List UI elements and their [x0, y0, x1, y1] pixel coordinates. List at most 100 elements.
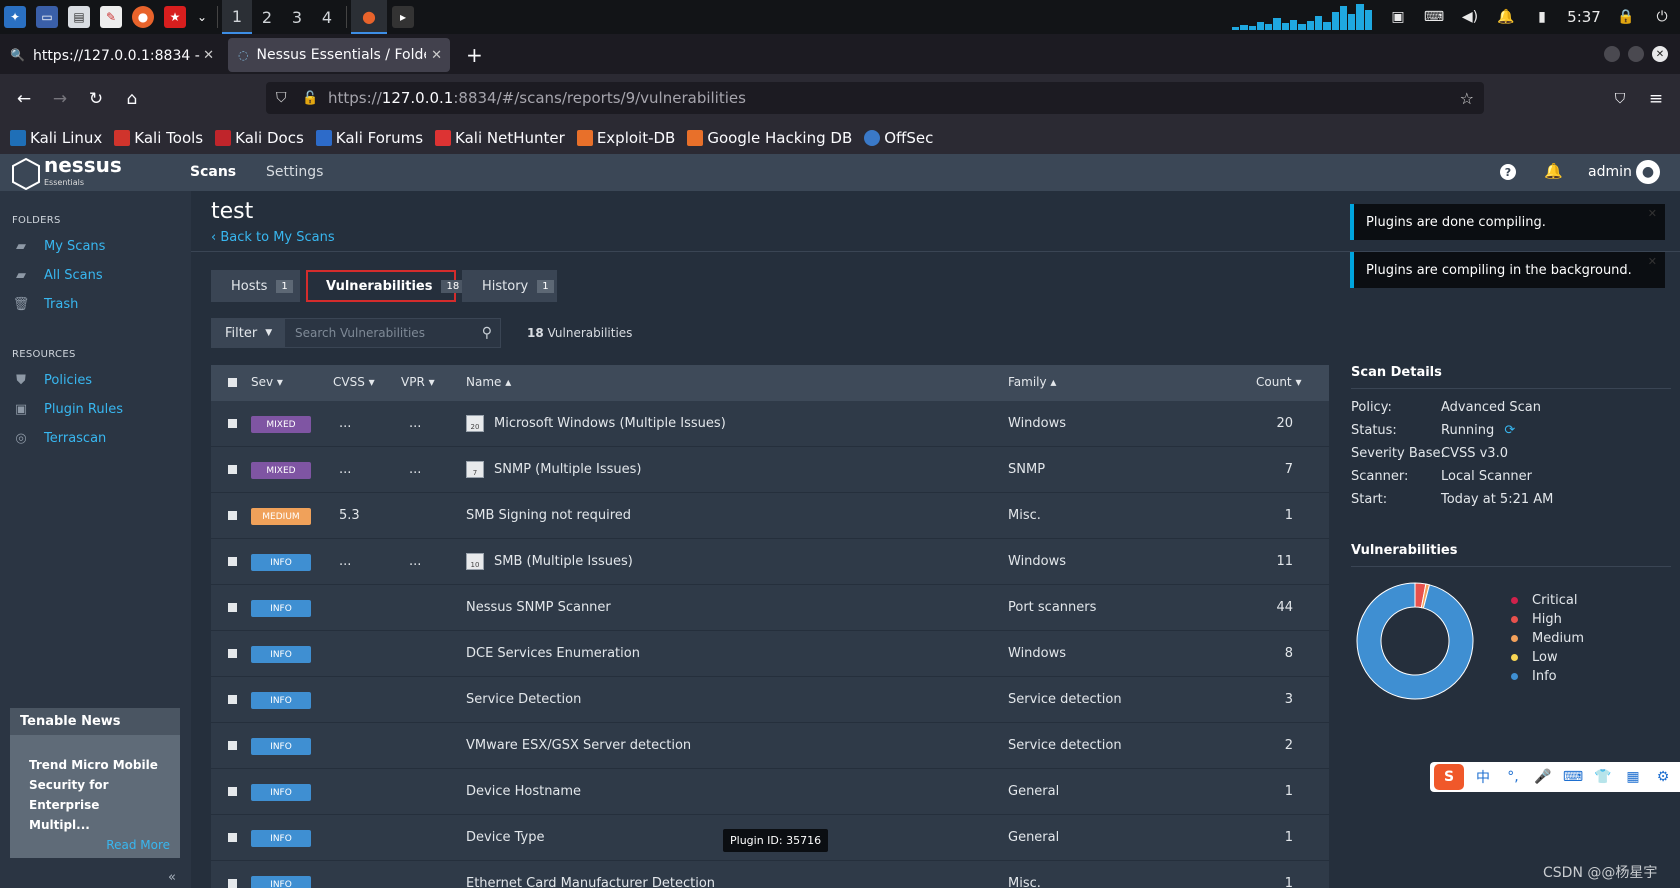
nessus-logo[interactable]: nessus Essentials: [12, 155, 122, 192]
vulnerability-name[interactable]: SNMP (Multiple Issues): [494, 462, 641, 477]
bookmark-google-hacking-db[interactable]: Google Hacking DB: [687, 129, 852, 147]
workspace-4[interactable]: 4: [312, 0, 342, 34]
display-icon[interactable]: ▣: [1387, 8, 1409, 26]
taskbar-firefox-window[interactable]: ●: [351, 0, 387, 34]
workspace-3[interactable]: 3: [282, 0, 312, 34]
row-checkbox[interactable]: [228, 557, 237, 566]
table-row[interactable]: MIXED...... 7 SNMP (Multiple Issues) SNMP 7: [211, 447, 1329, 493]
sidebar-item-trash[interactable]: 🗑 Trash: [13, 297, 79, 312]
flag-icon[interactable]: ★: [164, 6, 186, 28]
skin-icon[interactable]: 👕: [1592, 766, 1614, 788]
row-checkbox[interactable]: [228, 511, 237, 520]
url-text[interactable]: https://127.0.0.1:8834/#/scans/reports/9…: [328, 89, 746, 107]
select-all-checkbox[interactable]: [228, 378, 237, 387]
new-tab-button[interactable]: +: [456, 38, 493, 72]
row-checkbox[interactable]: [228, 695, 237, 704]
firefox-icon[interactable]: ●: [132, 6, 154, 28]
chinese-mode-icon[interactable]: 中: [1472, 766, 1494, 788]
vulnerability-name[interactable]: Nessus SNMP Scanner: [466, 600, 611, 615]
punctuation-icon[interactable]: °,: [1502, 766, 1524, 788]
donut-slice-info[interactable]: [1356, 582, 1474, 700]
table-row[interactable]: MIXED...... 20 Microsoft Windows (Multiple…: [211, 401, 1329, 447]
sidebar-item-plugin-rules[interactable]: ▣ Plugin Rules: [14, 402, 123, 417]
row-checkbox[interactable]: [228, 465, 237, 474]
desktop-icon[interactable]: ▭: [36, 6, 58, 28]
back-to-scans-link[interactable]: ‹ Back to My Scans: [211, 230, 335, 245]
bookmark-kali-nethunter[interactable]: Kali NetHunter: [435, 129, 565, 147]
table-row[interactable]: INFO...... 10 SMB (Multiple Issues) Windows…: [211, 539, 1329, 585]
text-editor-icon[interactable]: ✎: [100, 6, 122, 28]
window-minimize-button[interactable]: [1604, 46, 1620, 62]
news-headline[interactable]: Trend Micro Mobile Security for Enterpri…: [10, 735, 180, 835]
battery-icon[interactable]: ▮: [1531, 8, 1553, 26]
vulnerability-name[interactable]: SMB (Multiple Issues): [494, 554, 633, 569]
search-icon[interactable]: ⚲: [482, 325, 492, 341]
window-close-button[interactable]: ✕: [1652, 46, 1668, 62]
tab-history[interactable]: History 1: [462, 270, 557, 302]
user-name[interactable]: admin: [1588, 164, 1632, 180]
bookmark-star-icon[interactable]: ☆: [1460, 89, 1474, 108]
vulnerabilities-donut-chart[interactable]: [1351, 577, 1479, 705]
vulnerability-name[interactable]: Ethernet Card Manufacturer Detection: [466, 876, 715, 888]
microphone-icon[interactable]: 🎤: [1532, 766, 1554, 788]
volume-icon[interactable]: ◀): [1459, 8, 1481, 26]
bell-icon[interactable]: 🔔: [1544, 162, 1563, 180]
header-count[interactable]: Count ▾: [1256, 375, 1301, 389]
lock-icon[interactable]: 🔒: [1615, 8, 1637, 26]
settings-icon[interactable]: ⚙: [1652, 766, 1674, 788]
close-icon[interactable]: ✕: [1648, 207, 1657, 220]
shield-icon[interactable]: ⛉: [276, 90, 287, 106]
table-row[interactable]: INFO Ethernet Card Manufacturer Detection…: [211, 861, 1329, 888]
row-checkbox[interactable]: [228, 603, 237, 612]
bookmark-kali-linux[interactable]: Kali Linux: [10, 129, 102, 147]
user-avatar-icon[interactable]: ●: [1636, 160, 1660, 184]
bookmark-exploit-db[interactable]: Exploit-DB: [576, 129, 675, 147]
help-icon[interactable]: ?: [1500, 164, 1516, 180]
terminal-icon[interactable]: ▸: [392, 6, 414, 28]
nav-scans[interactable]: Scans: [190, 164, 236, 180]
sogou-logo-icon[interactable]: S: [1434, 764, 1464, 790]
bookmark-offsec[interactable]: OffSec: [864, 129, 933, 147]
clock-text[interactable]: 5:37: [1567, 8, 1601, 26]
sidebar-item-policies[interactable]: ⛊ Policies: [14, 373, 92, 388]
vulnerability-name[interactable]: DCE Services Enumeration: [466, 646, 640, 661]
back-button[interactable]: ←: [12, 87, 36, 111]
vulnerability-name[interactable]: VMware ESX/GSX Server detection: [466, 738, 691, 753]
forward-button[interactable]: →: [48, 87, 72, 111]
header-cvss[interactable]: CVSS ▾: [333, 375, 375, 389]
vulnerability-name[interactable]: Device Type: [466, 830, 544, 845]
window-maximize-button[interactable]: [1628, 46, 1644, 62]
row-checkbox[interactable]: [228, 419, 237, 428]
collapse-sidebar-icon[interactable]: «: [168, 870, 176, 885]
row-checkbox[interactable]: [228, 649, 237, 658]
tab-vulnerabilities[interactable]: Vulnerabilities 18: [306, 270, 465, 302]
workspace-1[interactable]: 1: [222, 0, 252, 34]
toast-plugins-done[interactable]: Plugins are done compiling. ✕: [1350, 204, 1665, 240]
table-row[interactable]: INFO VMware ESX/GSX Server detection Servi…: [211, 723, 1329, 769]
nav-settings[interactable]: Settings: [266, 164, 323, 180]
table-row[interactable]: INFO Nessus SNMP Scanner Port scanners 44: [211, 585, 1329, 631]
home-button[interactable]: ⌂: [120, 87, 144, 111]
header-sev[interactable]: Sev ▾: [251, 375, 283, 389]
bookmark-kali-docs[interactable]: Kali Docs: [215, 129, 304, 147]
table-row[interactable]: MEDIUM 5.3 SMB Signing not required Misc. 1: [211, 493, 1329, 539]
header-name[interactable]: Name ▴: [466, 375, 511, 389]
notification-bell-icon[interactable]: 🔔: [1495, 8, 1517, 26]
toast-plugins-compiling[interactable]: Plugins are compiling in the background.…: [1350, 252, 1665, 288]
chevron-down-icon[interactable]: ⌄: [196, 6, 208, 28]
url-bar[interactable]: ⛉ 🔓 https://127.0.0.1:8834/#/scans/repor…: [266, 82, 1484, 114]
read-more-link[interactable]: Read More: [106, 838, 170, 852]
table-row[interactable]: INFO DCE Services Enumeration Windows 8: [211, 631, 1329, 677]
sidebar-item-my-scans[interactable]: ▰ My Scans: [14, 239, 105, 254]
header-family[interactable]: Family ▴: [1008, 375, 1056, 389]
pocket-icon[interactable]: ⛉: [1608, 87, 1632, 111]
table-row[interactable]: INFO Service Detection Service detection 3: [211, 677, 1329, 723]
browser-tab-2[interactable]: ◌ Nessus Essentials / Folders ✕: [228, 38, 450, 72]
vulnerability-name[interactable]: Device Hostname: [466, 784, 581, 799]
close-icon[interactable]: ✕: [431, 48, 442, 63]
close-icon[interactable]: ✕: [203, 48, 214, 63]
vulnerability-name[interactable]: Microsoft Windows (Multiple Issues): [494, 416, 726, 431]
bookmark-kali-tools[interactable]: Kali Tools: [114, 129, 203, 147]
power-icon[interactable]: ⏻: [1651, 8, 1673, 26]
keyboard-icon[interactable]: ⌨: [1562, 766, 1584, 788]
